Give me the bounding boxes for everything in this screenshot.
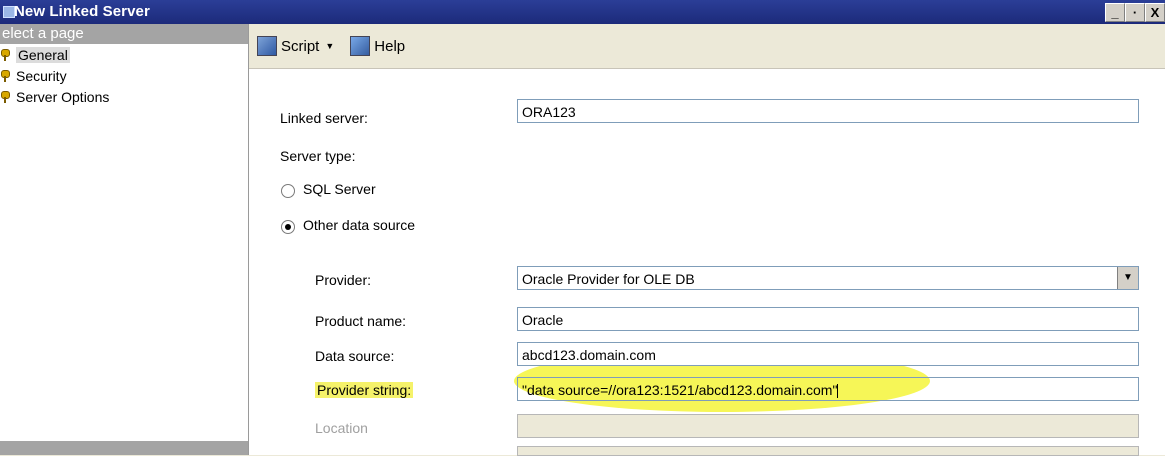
chevron-down-icon[interactable]: ▼ [325,41,334,51]
provider-select[interactable]: Oracle Provider for OLE DB ▼ [517,266,1139,290]
key-icon [1,48,12,61]
script-icon [257,36,277,56]
help-button[interactable]: Help [374,38,405,55]
product-name-input[interactable]: Oracle [517,307,1139,331]
page-selector-header: elect a page [0,24,248,44]
sidebar-item-label: General [16,46,70,63]
server-type-label: Server type: [280,148,356,164]
sidebar-item-server-options[interactable]: Server Options [0,86,248,107]
key-icon [1,69,12,82]
provider-string-input[interactable]: "data source=//ora123:1521/abcd123.domai… [517,377,1139,401]
window-title: New Linked Server [14,3,150,20]
provider-value: Oracle Provider for OLE DB [522,271,695,287]
provider-string-label: Provider string: [315,382,414,398]
title-bar: New Linked Server _ · X [0,0,1165,24]
text-caret [837,384,839,399]
data-source-label: Data source: [315,348,395,364]
window-controls: _ · X [1105,3,1165,22]
chevron-down-icon[interactable]: ▼ [1117,267,1138,289]
sidebar-item-security[interactable]: Security [0,65,248,86]
help-icon [350,36,371,56]
sql-server-radio[interactable] [281,184,295,198]
sidebar-footer-bar [0,441,248,455]
sidebar-item-label: Security [16,67,67,84]
product-name-label: Product name: [315,313,407,329]
close-button[interactable]: X [1145,3,1165,22]
provider-label: Provider: [315,272,372,288]
provider-string-label-text: Provider string: [315,382,414,398]
key-icon [1,90,12,103]
data-source-input[interactable]: abcd123.domain.com [517,342,1139,366]
maximize-button[interactable]: · [1125,3,1145,22]
toolbar: Script ▼ Help [249,24,1165,69]
main-panel: Script ▼ Help Linked server: ORA123 Serv… [249,24,1165,456]
other-data-source-label: Other data source [303,217,416,233]
sidebar-item-label: Server Options [16,88,110,105]
location-input [517,414,1139,438]
sidebar-item-general[interactable]: General [0,44,248,65]
other-data-source-radio[interactable] [281,220,295,234]
location-label: Location [315,420,368,436]
script-button[interactable]: Script [281,38,319,55]
provider-string-value: "data source=//ora123:1521/abcd123.domai… [522,382,838,398]
page-selector: elect a page General Security Server Opt… [0,24,249,455]
linked-server-input[interactable]: ORA123 [517,99,1139,123]
sql-server-label: SQL Server [303,181,376,197]
minimize-button[interactable]: _ [1105,3,1125,22]
linked-server-label: Linked server: [280,110,368,126]
